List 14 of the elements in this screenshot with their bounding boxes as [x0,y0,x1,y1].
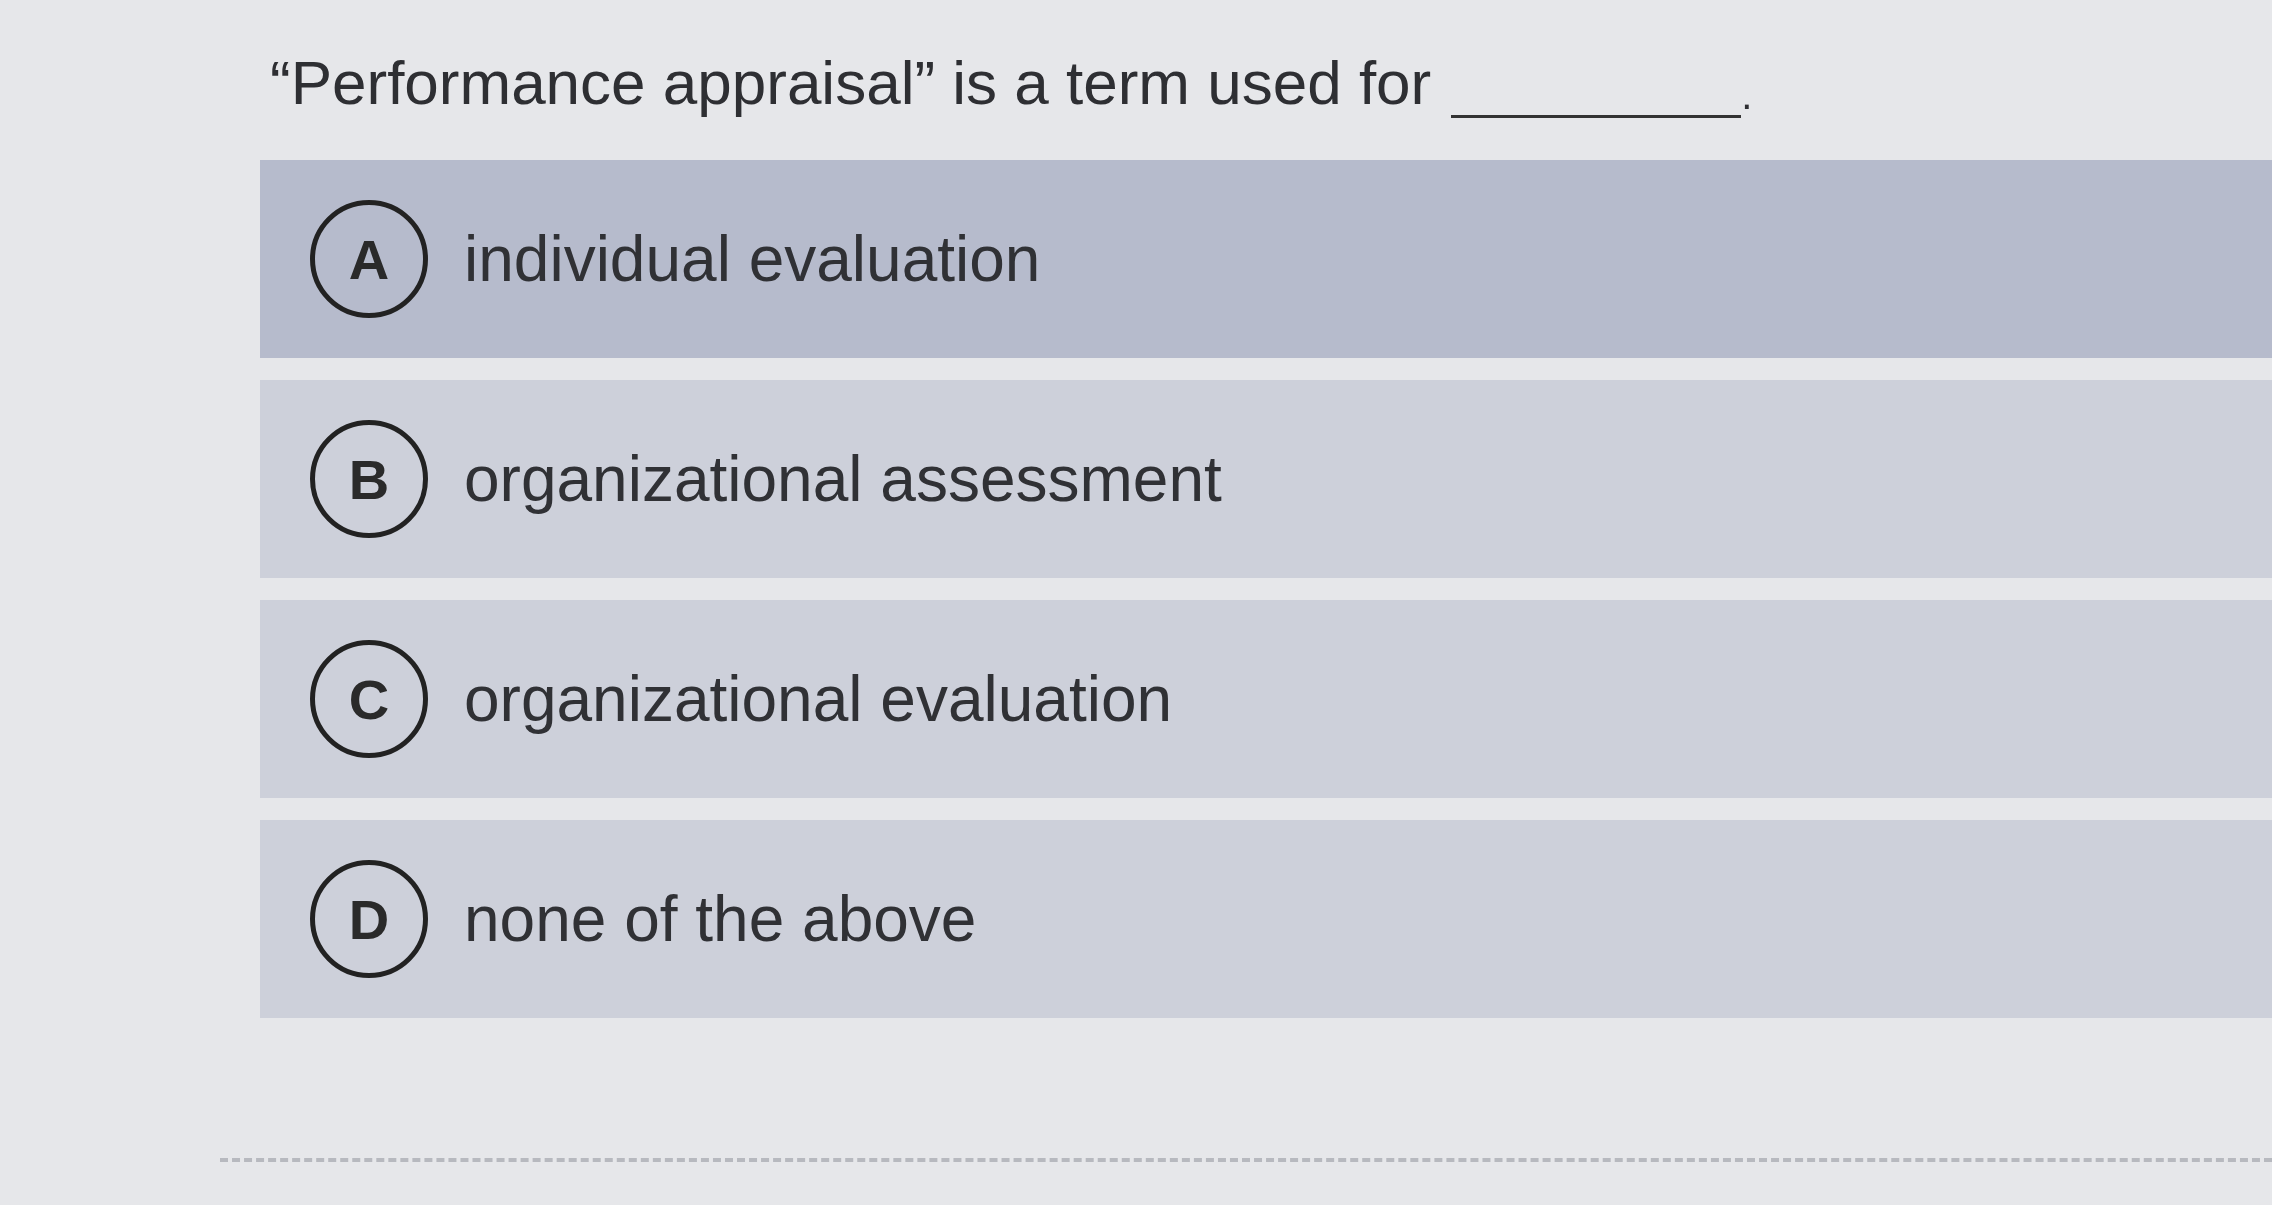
answer-option[interactable]: B organizational assessment [260,380,2272,578]
option-letter: B [310,420,428,538]
option-text: organizational assessment [464,442,1222,516]
option-text: none of the above [464,882,977,956]
question-text: “Performance appraisal” is a term used for [270,47,1432,118]
option-text: organizational evaluation [464,662,1173,736]
answer-option[interactable]: A individual evaluation [260,160,2272,358]
answer-option[interactable]: D none of the above [260,820,2272,1018]
option-letter: A [310,200,428,318]
option-letter: D [310,860,428,978]
answer-option[interactable]: C organizational evaluation [260,600,2272,798]
question-period: . [1741,73,1753,118]
option-text: individual evaluation [464,222,1041,296]
option-letter: C [310,640,428,758]
